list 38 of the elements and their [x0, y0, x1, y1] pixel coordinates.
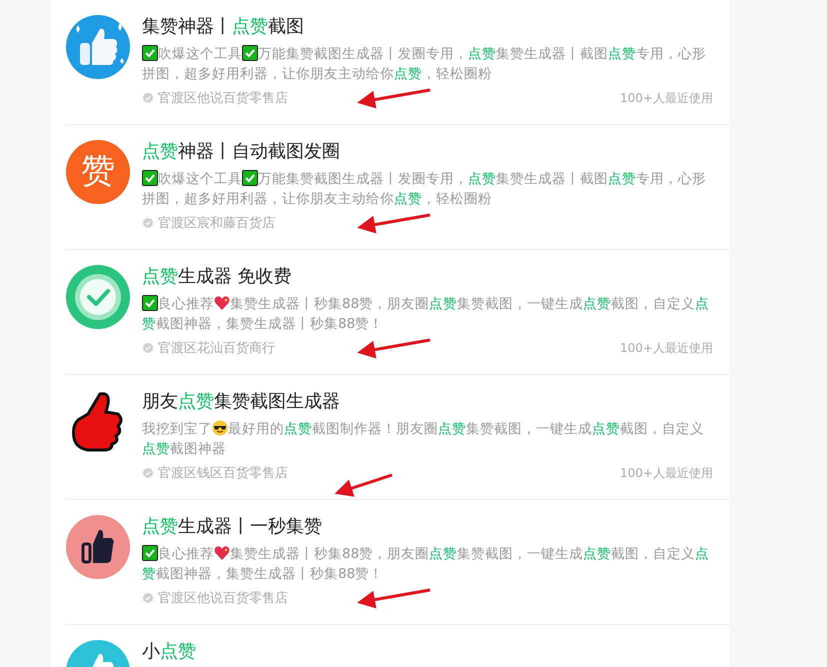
thumbs-up-icon — [66, 515, 130, 579]
item-title[interactable]: 小点赞 — [142, 639, 713, 665]
verified-icon — [142, 217, 154, 229]
thumbs-up-icon — [66, 15, 130, 79]
check-mark-icon — [242, 45, 258, 61]
item-description: 良心推荐 集赞生成器丨秒集88赞，朋友圈点赞集赞截图，一键生成点赞截图，自定义点赞截图神器，集赞生成器丨秒集88赞！ — [142, 294, 710, 334]
check-mark-icon — [142, 170, 158, 186]
item-title[interactable]: 点赞生成器 免收费 — [142, 264, 713, 290]
annotation-arrow — [334, 474, 392, 497]
usage-count: 100+人最近使用 — [620, 340, 713, 356]
usage-count: 100+人最近使用 — [620, 464, 713, 482]
avatar-character: 赞 — [66, 140, 130, 204]
check-icon — [66, 265, 130, 329]
verified-icon — [142, 342, 154, 354]
item-title[interactable]: 点赞神器丨自动截图发圈 — [142, 139, 713, 165]
item-description: 良心推荐 集赞生成器丨秒集88赞，朋友圈点赞集赞截图，一键生成点赞截图，自定义点赞截图神器，集赞生成器丨秒集88赞！ — [142, 544, 710, 584]
item-description: 吹爆这个工具 万能集赞截图生成器丨发圈专用，点赞集赞生成器丨截图点赞专用，心形拼图，超多好用利器，让你朋友主动给你点赞，轻松圈粉 — [142, 44, 707, 84]
shop-name: 官渡区他说百货零售店 — [158, 590, 288, 607]
sunglasses-smiley-icon — [212, 420, 228, 436]
check-mark-icon — [242, 170, 258, 186]
usage-count: 100+人最近使用 — [620, 90, 713, 106]
item-title[interactable]: 点赞生成器丨一秒集赞 — [142, 514, 713, 540]
verified-icon — [142, 592, 154, 604]
check-mark-icon — [142, 45, 158, 61]
item-description: 我挖到宝了 最好用的点赞截图制作器！朋友圈点赞集赞截图，一键生成点赞截图，自定义 点赞截图神器 — [142, 419, 705, 459]
heart-icon — [214, 295, 230, 311]
shop-name: 官渡区宸和藤百货店 — [158, 215, 275, 232]
check-mark-icon — [142, 545, 158, 561]
verified-icon — [142, 92, 154, 104]
shop-name: 官渡区他说百货零售店 — [158, 90, 288, 107]
item-title[interactable]: 朋友点赞集赞截图生成器 — [142, 389, 713, 415]
verified-icon — [142, 467, 154, 479]
shop-name: 官渡区钱区百货零售店 — [158, 465, 288, 482]
item-description: 吹爆这个工具 万能集赞截图生成器丨发圈专用，点赞集赞生成器丨截图点赞专用，心形拼图，超多好用利器，让你朋友主动给你点赞，轻松圈粉 — [142, 169, 707, 209]
shop-name: 官渡区花汕百货商行 — [158, 340, 275, 357]
heart-icon — [214, 545, 230, 561]
item-title[interactable]: 集赞神器丨 点赞截图 — [142, 14, 713, 40]
check-mark-icon — [142, 295, 158, 311]
